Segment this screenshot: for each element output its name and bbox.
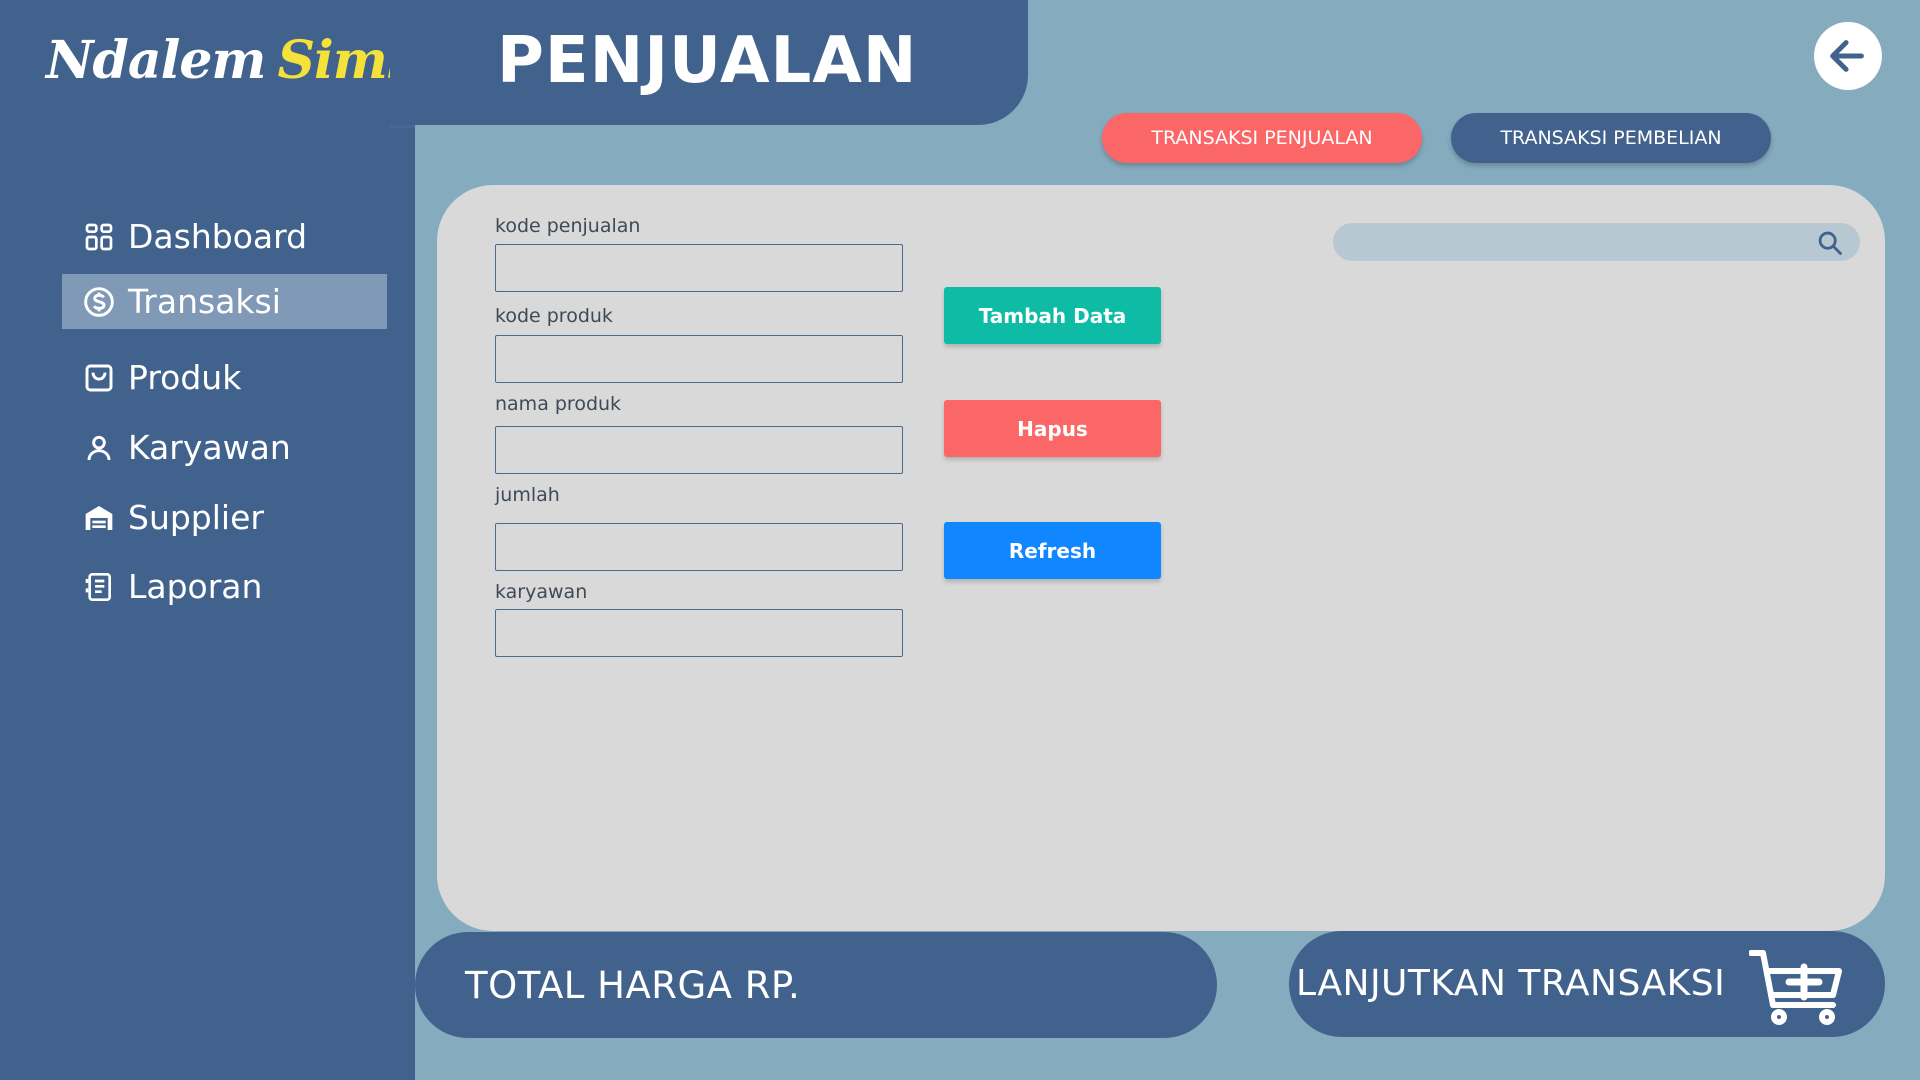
sidebar-item-label: Supplier bbox=[128, 498, 264, 537]
user-icon bbox=[78, 427, 120, 469]
search-input[interactable] bbox=[1347, 223, 1807, 261]
search-bar bbox=[1333, 223, 1860, 261]
page-title: PENJUALAN bbox=[497, 24, 918, 98]
shopping-bag-icon bbox=[78, 357, 120, 399]
sidebar: Ndalem Simbah Dashboard Transaksi Produk… bbox=[0, 0, 493, 1080]
back-button[interactable] bbox=[1814, 22, 1882, 90]
sidebar-item-label: Produk bbox=[128, 358, 242, 397]
sidebar-item-supplier[interactable]: Supplier bbox=[62, 490, 387, 545]
sidebar-item-dashboard[interactable]: Dashboard bbox=[62, 209, 387, 264]
warehouse-icon bbox=[78, 497, 120, 539]
jumlah-label: jumlah bbox=[495, 484, 560, 506]
karyawan-input[interactable] bbox=[495, 609, 903, 657]
hapus-button[interactable]: Hapus bbox=[944, 400, 1161, 457]
continue-transaction-button[interactable]: LANJUTKAN TRANSAKSI bbox=[1289, 931, 1885, 1037]
sidebar-item-transaksi[interactable]: Transaksi bbox=[62, 274, 387, 329]
sidebar-item-label: Karyawan bbox=[128, 428, 291, 467]
cart-add-icon bbox=[1749, 950, 1842, 1025]
sidebar-item-produk[interactable]: Produk bbox=[62, 350, 387, 405]
total-price-bar: TOTAL HARGA RP. bbox=[415, 932, 1217, 1038]
continue-transaction-label: LANJUTKAN TRANSAKSI bbox=[1296, 963, 1726, 1004]
kode-penjualan-input[interactable] bbox=[495, 244, 903, 292]
kode-produk-label: kode produk bbox=[495, 305, 613, 327]
nama-produk-input[interactable] bbox=[495, 426, 903, 474]
page-header: PENJUALAN bbox=[390, 0, 1028, 125]
karyawan-label: karyawan bbox=[495, 581, 588, 603]
jumlah-input[interactable] bbox=[495, 523, 903, 571]
dollar-circle-icon bbox=[78, 281, 120, 323]
sidebar-item-label: Dashboard bbox=[128, 217, 308, 256]
tab-transaksi-penjualan[interactable]: TRANSAKSI PENJUALAN bbox=[1102, 113, 1422, 163]
sidebar-item-label: Laporan bbox=[128, 567, 263, 606]
sidebar-item-karyawan[interactable]: Karyawan bbox=[62, 420, 387, 475]
brand-word-1: Ndalem bbox=[46, 30, 266, 91]
total-price-label: TOTAL HARGA RP. bbox=[465, 964, 801, 1007]
nama-produk-label: nama produk bbox=[495, 393, 622, 415]
sidebar-item-label: Transaksi bbox=[128, 282, 281, 321]
arrow-left-icon bbox=[1830, 40, 1864, 72]
kode-produk-input[interactable] bbox=[495, 335, 903, 383]
refresh-button[interactable]: Refresh bbox=[944, 522, 1161, 579]
sidebar-item-laporan[interactable]: Laporan bbox=[62, 559, 387, 614]
tambah-data-button[interactable]: Tambah Data bbox=[944, 287, 1161, 344]
kode-penjualan-label: kode penjualan bbox=[495, 215, 641, 237]
tab-transaksi-pembelian[interactable]: TRANSAKSI PEMBELIAN bbox=[1451, 113, 1771, 163]
search-icon[interactable] bbox=[1816, 229, 1844, 257]
report-icon bbox=[78, 566, 120, 608]
dashboard-icon bbox=[78, 216, 120, 258]
